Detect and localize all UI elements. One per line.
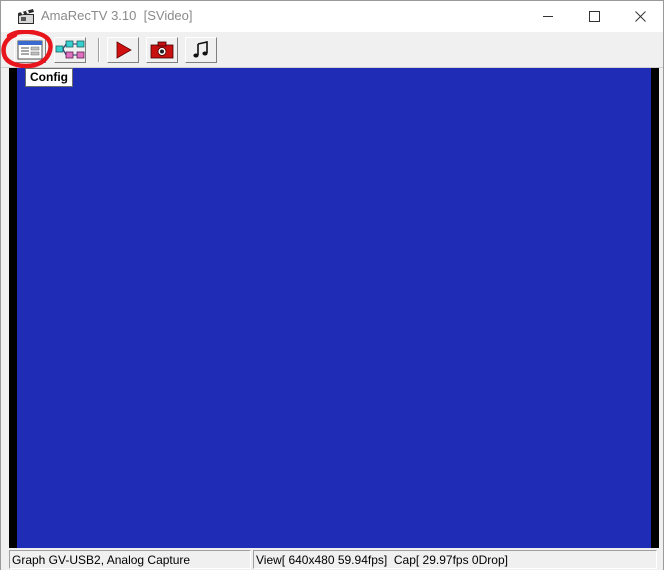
minimize-button[interactable] (525, 1, 571, 32)
window-title: AmaRecTV 3.10 [SVideo] (41, 8, 193, 23)
config-tooltip: Config (25, 68, 73, 87)
close-button[interactable] (617, 1, 663, 32)
config-button[interactable] (14, 37, 46, 63)
clapperboard-icon[interactable] (17, 8, 35, 25)
music-note-icon (193, 41, 208, 58)
video-preview[interactable] (17, 68, 651, 548)
camera-icon (150, 41, 174, 59)
video-frame (9, 68, 659, 548)
toolbar (1, 32, 663, 68)
filter-graph-icon (55, 40, 85, 59)
title-bar[interactable]: AmaRecTV 3.10 [SVideo] (1, 1, 663, 32)
minimize-icon (542, 16, 553, 17)
close-icon (634, 11, 646, 22)
status-stats: View[ 640x480 59.94fps] Cap[ 29.97fps 0D… (253, 550, 657, 569)
record-button[interactable] (107, 37, 139, 63)
maximize-button[interactable] (571, 1, 617, 32)
toolbar-separator (98, 38, 100, 62)
status-device: Graph GV-USB2, Analog Capture (9, 550, 251, 569)
audio-button[interactable] (185, 37, 217, 63)
maximize-icon (588, 11, 600, 22)
graph-button[interactable] (54, 37, 86, 63)
config-window-icon (17, 40, 43, 60)
play-record-icon (116, 41, 132, 59)
app-window: AmaRecTV 3.10 [SVideo] Config Graph GV-U… (0, 0, 664, 570)
status-bar: Graph GV-USB2, Analog Capture View[ 640x… (1, 548, 663, 570)
snapshot-button[interactable] (146, 37, 178, 63)
